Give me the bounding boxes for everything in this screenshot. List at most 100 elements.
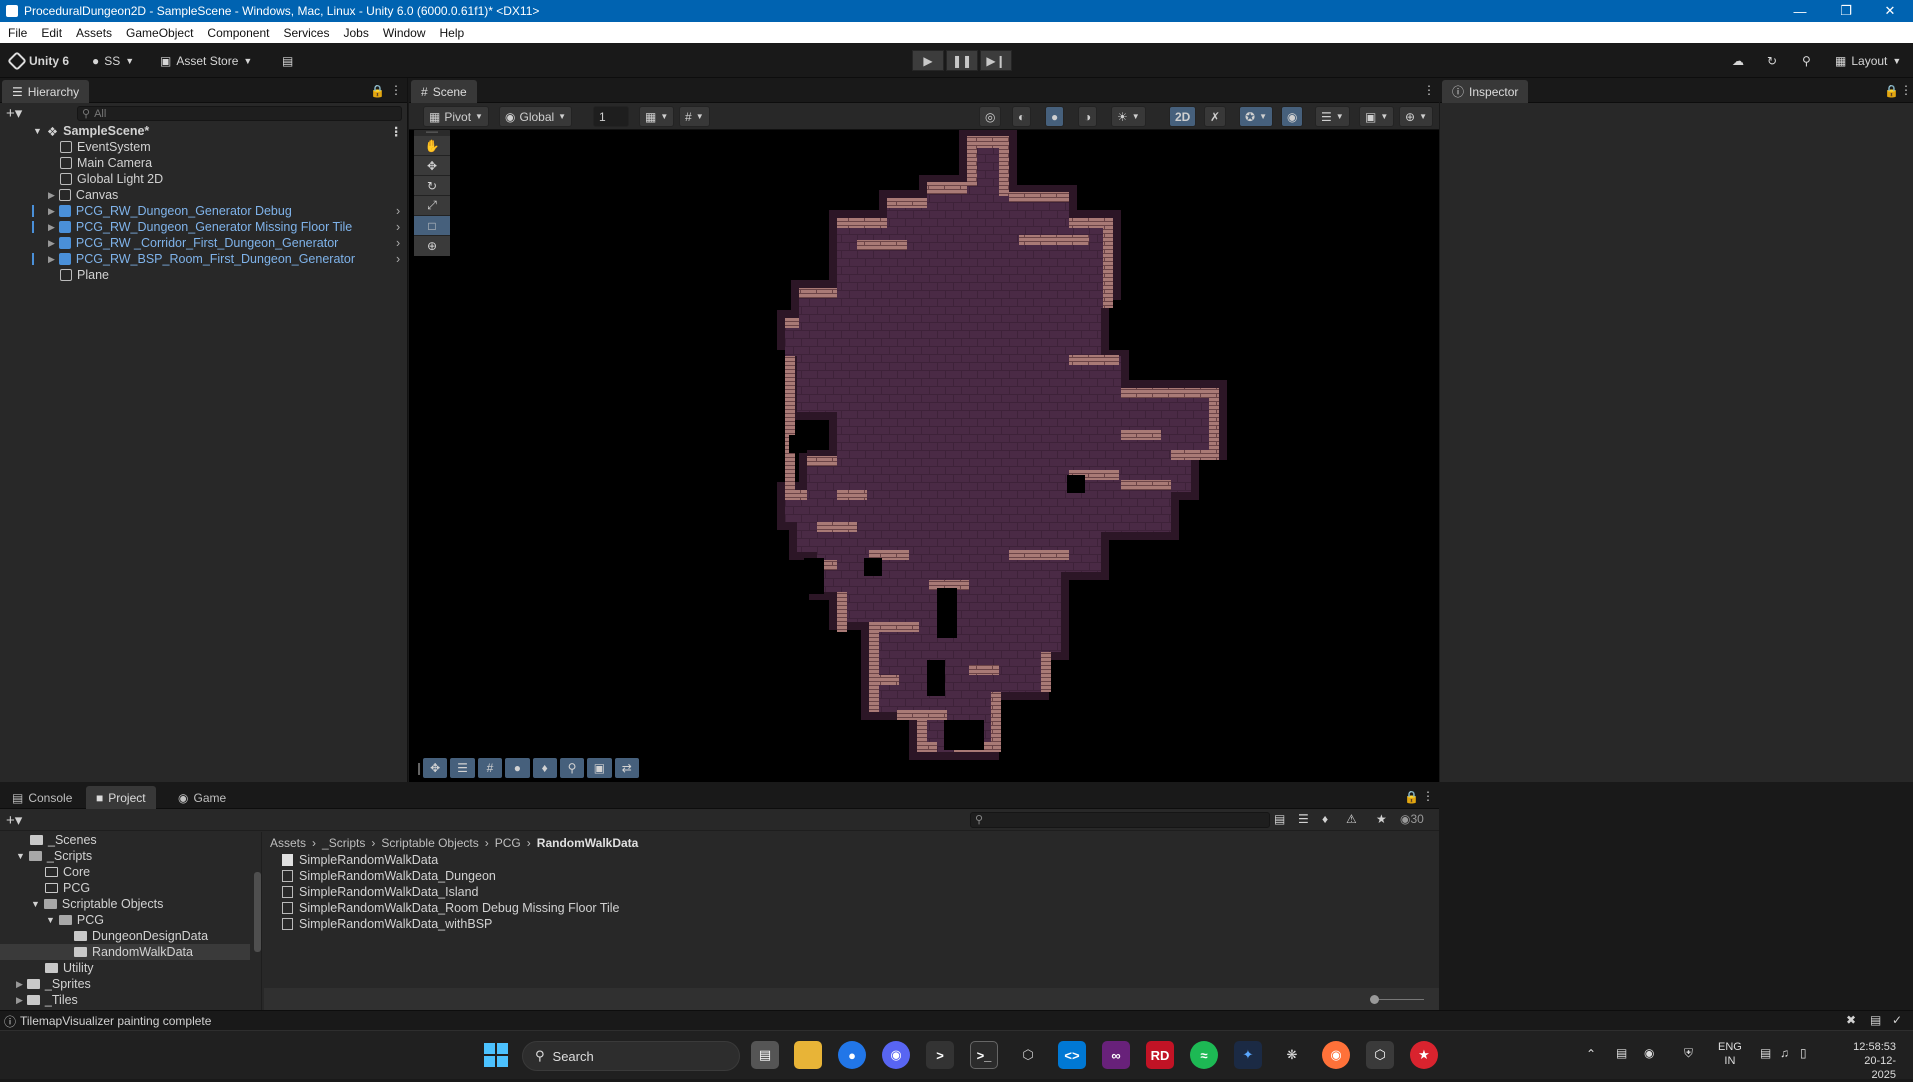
expand-arrow-icon[interactable]: ▶ — [48, 238, 55, 249]
grid-paint-icon[interactable]: # — [477, 758, 503, 778]
scene-view[interactable]: # Scene ⋮ — ✋ ✥ ↻ ⤢ □ ⊕ ❙ ✥ ☰ # ● ♦ ⚲ ▣ … — [409, 78, 1439, 782]
tab-inspector[interactable]: ⓘ Inspector — [1442, 80, 1529, 103]
rect-tool-icon[interactable]: □ — [414, 216, 450, 236]
rotate-tool-icon[interactable]: ↻ — [414, 176, 450, 196]
tab-game[interactable]: ◉ Game — [168, 786, 236, 809]
taskbar-search-box[interactable]: ⚲ Search — [522, 1041, 740, 1071]
network-icon[interactable]: ▤ — [1760, 1046, 1771, 1060]
unity-editor-icon[interactable]: ⬡ — [1366, 1041, 1394, 1069]
unity-version-button[interactable]: Unity 6 — [4, 49, 75, 72]
expand-arrow-icon[interactable]: ▼ — [46, 915, 55, 925]
favorite-star-icon[interactable]: ★ — [1376, 812, 1387, 826]
hierarchy-item[interactable]: Global Light 2D — [0, 171, 406, 187]
tree-folder[interactable]: _Scenes — [30, 832, 97, 848]
kebab-menu-icon[interactable]: ⋮ — [1422, 789, 1434, 803]
chevron-right-icon[interactable]: › — [396, 236, 400, 250]
expand-arrow-icon[interactable]: ▶ — [16, 995, 23, 1006]
grid-visibility-dropdown[interactable]: # ▼ — [679, 106, 710, 127]
menu-services[interactable]: Services — [283, 26, 329, 40]
status-message[interactable]: TilemapVisualizer painting complete — [20, 1014, 211, 1028]
tab-project[interactable]: ■ Project — [86, 786, 156, 809]
hierarchy-item[interactable]: ▶ PCG_RW_BSP_Room_First_Dungeon_Generator… — [0, 251, 406, 267]
breadcrumb-item[interactable]: Scriptable Objects — [381, 836, 478, 850]
progress-icon[interactable]: ▤ — [1870, 1013, 1881, 1027]
menu-help[interactable]: Help — [440, 26, 465, 40]
scale-tool-icon[interactable]: ⤢ — [414, 196, 450, 216]
drag-handle-icon[interactable]: ❙ — [414, 761, 424, 775]
move-tool-icon[interactable]: ✥ — [414, 156, 450, 176]
debug-draw-dropdown[interactable]: ☀ ▼ — [1111, 106, 1146, 127]
shuffle-icon[interactable]: ⇄ — [614, 758, 639, 778]
palette-icon[interactable]: ☰ — [450, 758, 475, 778]
tree-folder[interactable]: ▼ _Scripts — [16, 848, 92, 864]
task-view-icon[interactable]: ▤ — [751, 1041, 779, 1069]
hierarchy-item[interactable]: EventSystem — [0, 139, 406, 155]
package-icon[interactable]: ▤ — [276, 49, 299, 72]
minimize-button[interactable]: — — [1777, 0, 1823, 22]
chevron-right-icon[interactable]: › — [396, 204, 400, 218]
debug-mode-icon[interactable]: ✖ — [1846, 1013, 1856, 1027]
tray-app-icon[interactable]: ▤ — [1616, 1046, 1627, 1060]
lock-icon[interactable]: 🔒 — [1884, 84, 1899, 98]
volume-icon[interactable]: ♫ — [1780, 1046, 1789, 1060]
icon-size-slider-thumb[interactable] — [1370, 995, 1379, 1004]
icon-size-slider-track[interactable] — [1374, 999, 1424, 1000]
app-icon[interactable]: ✦ — [1234, 1041, 1262, 1069]
toggle-2d-button[interactable]: 2D — [1169, 106, 1197, 127]
spotify-icon[interactable]: ≈ — [1190, 1041, 1218, 1069]
expand-arrow-icon[interactable]: ▶ — [48, 254, 55, 265]
gizmos-dropdown[interactable]: ⊕ ▼ — [1399, 106, 1433, 127]
scene-root-row[interactable]: ▼ ❖ SampleScene* ⋮ — [0, 123, 406, 139]
grid-size-input[interactable]: 1 — [593, 106, 629, 127]
picker-icon[interactable]: ⚲ — [559, 758, 585, 778]
hierarchy-item[interactable]: ▶ PCG_RW_Dungeon_Generator Debug › — [0, 203, 406, 219]
tree-scrollbar[interactable] — [254, 872, 261, 952]
clock[interactable]: 12:58:53 20-12-2025 — [1840, 1040, 1896, 1082]
hierarchy-item[interactable]: ▶ PCG_RW _Corridor_First_Dungeon_Generato… — [0, 235, 406, 251]
pivot-dropdown[interactable]: ▦ Pivot ▼ — [423, 106, 489, 127]
wireframe-button[interactable]: ◎ — [979, 106, 1002, 127]
windows-start-icon[interactable] — [482, 1041, 510, 1069]
expand-arrow-icon[interactable]: ▼ — [16, 851, 25, 861]
breadcrumb-item[interactable]: Assets — [270, 836, 306, 850]
expand-arrow-icon[interactable]: ▶ — [16, 979, 23, 990]
breadcrumb-current[interactable]: RandomWalkData — [537, 836, 639, 850]
file-item[interactable]: SimpleRandomWalkData_Dungeon — [282, 868, 496, 884]
tilemap-focus-icon[interactable]: ✥ — [423, 758, 448, 778]
step-button[interactable]: ▶❙ — [980, 50, 1012, 71]
expand-arrow-icon[interactable]: ▼ — [31, 899, 40, 909]
maximize-button[interactable]: ❐ — [1823, 0, 1869, 22]
kebab-menu-icon[interactable]: ⋮ — [1423, 83, 1435, 97]
asset-store-dropdown[interactable]: ▣ Asset Store ▼ — [154, 49, 258, 72]
menu-file[interactable]: File — [8, 26, 27, 40]
visibility-toggle[interactable]: ◉ — [1281, 106, 1304, 127]
tree-folder[interactable]: PCG — [45, 880, 90, 896]
breadcrumb-item[interactable]: PCG — [495, 836, 521, 850]
file-item[interactable]: SimpleRandomWalkData_withBSP — [282, 916, 492, 932]
filter-type-icon[interactable]: ☰ — [1298, 812, 1309, 826]
file-item[interactable]: SimpleRandomWalkData_Island — [282, 884, 478, 900]
kebab-menu-icon[interactable]: ⋮ — [390, 83, 402, 97]
expand-arrow-icon[interactable]: ▼ — [33, 126, 42, 136]
account-dropdown[interactable]: ● SS ▼ — [86, 49, 140, 72]
add-icon[interactable]: +▾ — [6, 104, 22, 122]
hierarchy-search-input[interactable]: ⚲ All — [77, 106, 402, 121]
unlit-button[interactable]: ◑ — [1078, 106, 1098, 127]
security-shield-icon[interactable]: ⛨ — [1684, 1046, 1693, 1061]
layout-dropdown[interactable]: ▦ Layout ▼ — [1829, 49, 1907, 72]
firefox-icon[interactable]: ◉ — [1322, 1041, 1350, 1069]
battery-icon[interactable]: ▯ — [1800, 1046, 1807, 1060]
circle-icon[interactable]: ● — [505, 758, 530, 778]
tree-folder[interactable]: ▶ _Tiles — [16, 992, 78, 1008]
effects-dropdown[interactable]: ✪ ▼ — [1239, 106, 1273, 127]
tree-folder[interactable]: ▼ Scriptable Objects — [31, 896, 163, 912]
project-search-input[interactable]: ⚲ — [970, 812, 1270, 828]
tree-folder-selected[interactable]: RandomWalkData — [0, 944, 250, 960]
file-item[interactable]: SimpleRandomWalkData — [282, 852, 438, 868]
grid-snap-dropdown[interactable]: ▦ ▼ — [639, 106, 675, 127]
discord-icon[interactable]: ◉ — [882, 1041, 910, 1069]
tab-scene[interactable]: # Scene — [411, 80, 477, 103]
cloud-icon[interactable]: ☁ — [1726, 49, 1750, 72]
shaded-wireframe-button[interactable]: ◐ — [1012, 106, 1032, 127]
steam-icon[interactable]: ◉ — [1644, 1046, 1654, 1060]
